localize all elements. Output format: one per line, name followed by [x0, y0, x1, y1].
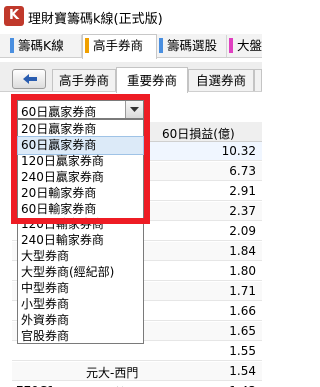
window-title: 理財寶籌碼k線(正式版) — [28, 12, 163, 27]
broker-name-partial: 元大-西門 — [86, 366, 139, 380]
pnl-value: 2.37 — [229, 204, 256, 218]
back-button[interactable] — [12, 69, 46, 89]
dropdown-option[interactable]: 大型券商(經紀部) — [18, 264, 143, 281]
tab-label: 籌碼選股 — [167, 38, 218, 53]
tab-custom-brokers[interactable]: 自選券商 — [188, 69, 254, 91]
dropdown-option[interactable]: 大型券商 — [18, 248, 143, 265]
table-row[interactable]: 1.55 — [12, 342, 262, 361]
dropdown-option[interactable]: 官股券商 — [18, 328, 143, 345]
column-header-pnl: 60日損益(億) — [162, 127, 235, 141]
highlight-box — [11, 94, 150, 224]
pnl-value: 1.84 — [229, 244, 256, 258]
pnl-value: 1.80 — [229, 264, 256, 278]
tab-chip-screener[interactable]: 籌碼選股 — [157, 35, 227, 57]
tab-expert-brokers-sub[interactable]: 高手券商 — [52, 69, 116, 91]
title-bar: K 理財寶籌碼k線(正式版) — [0, 0, 262, 32]
pnl-value: 10.32 — [221, 144, 256, 158]
pnl-value: 2.91 — [229, 184, 256, 198]
pnl-value: 1.65 — [229, 324, 256, 338]
tab-important-brokers[interactable]: 重要券商 — [116, 67, 188, 93]
main-tab-bar: 籌碼K線 高手券商 籌碼選股 大盤 — [0, 34, 262, 59]
dropdown-option[interactable]: 外資券商 — [18, 312, 143, 329]
tab-market[interactable]: 大盤 — [227, 35, 262, 57]
pnl-value: 1.54 — [229, 364, 256, 378]
arrow-left-icon — [23, 74, 37, 84]
pnl-value: 1.55 — [229, 344, 256, 358]
tab-label: 大盤 — [237, 38, 263, 53]
tab-overflow[interactable] — [254, 69, 262, 91]
tab-color-stripe — [229, 38, 233, 53]
app-logo-icon: K — [4, 6, 24, 26]
tab-color-stripe — [10, 38, 14, 53]
tab-label: 籌碼K線 — [18, 38, 64, 53]
tab-label: 高手券商 — [93, 38, 144, 53]
tab-chip-kline[interactable]: 籌碼K線 — [8, 35, 82, 57]
pnl-value: 2.09 — [229, 224, 256, 238]
dropdown-option[interactable]: 小型券商 — [18, 296, 143, 313]
table-row[interactable]: 779C1國票-敦北1.43 — [12, 382, 262, 387]
tab-color-stripe — [85, 38, 89, 53]
tab-color-stripe — [159, 38, 163, 53]
pnl-value: 1.71 — [229, 284, 256, 298]
pnl-value: 1.66 — [229, 304, 256, 318]
tab-expert-brokers[interactable]: 高手券商 — [82, 34, 157, 59]
pnl-value: 6.73 — [229, 164, 256, 178]
sub-tab-bar: 高手券商 重要券商 自選券商 — [0, 62, 262, 93]
dropdown-option[interactable]: 240日輸家券商 — [18, 232, 143, 249]
dropdown-option[interactable]: 中型券商 — [18, 280, 143, 297]
